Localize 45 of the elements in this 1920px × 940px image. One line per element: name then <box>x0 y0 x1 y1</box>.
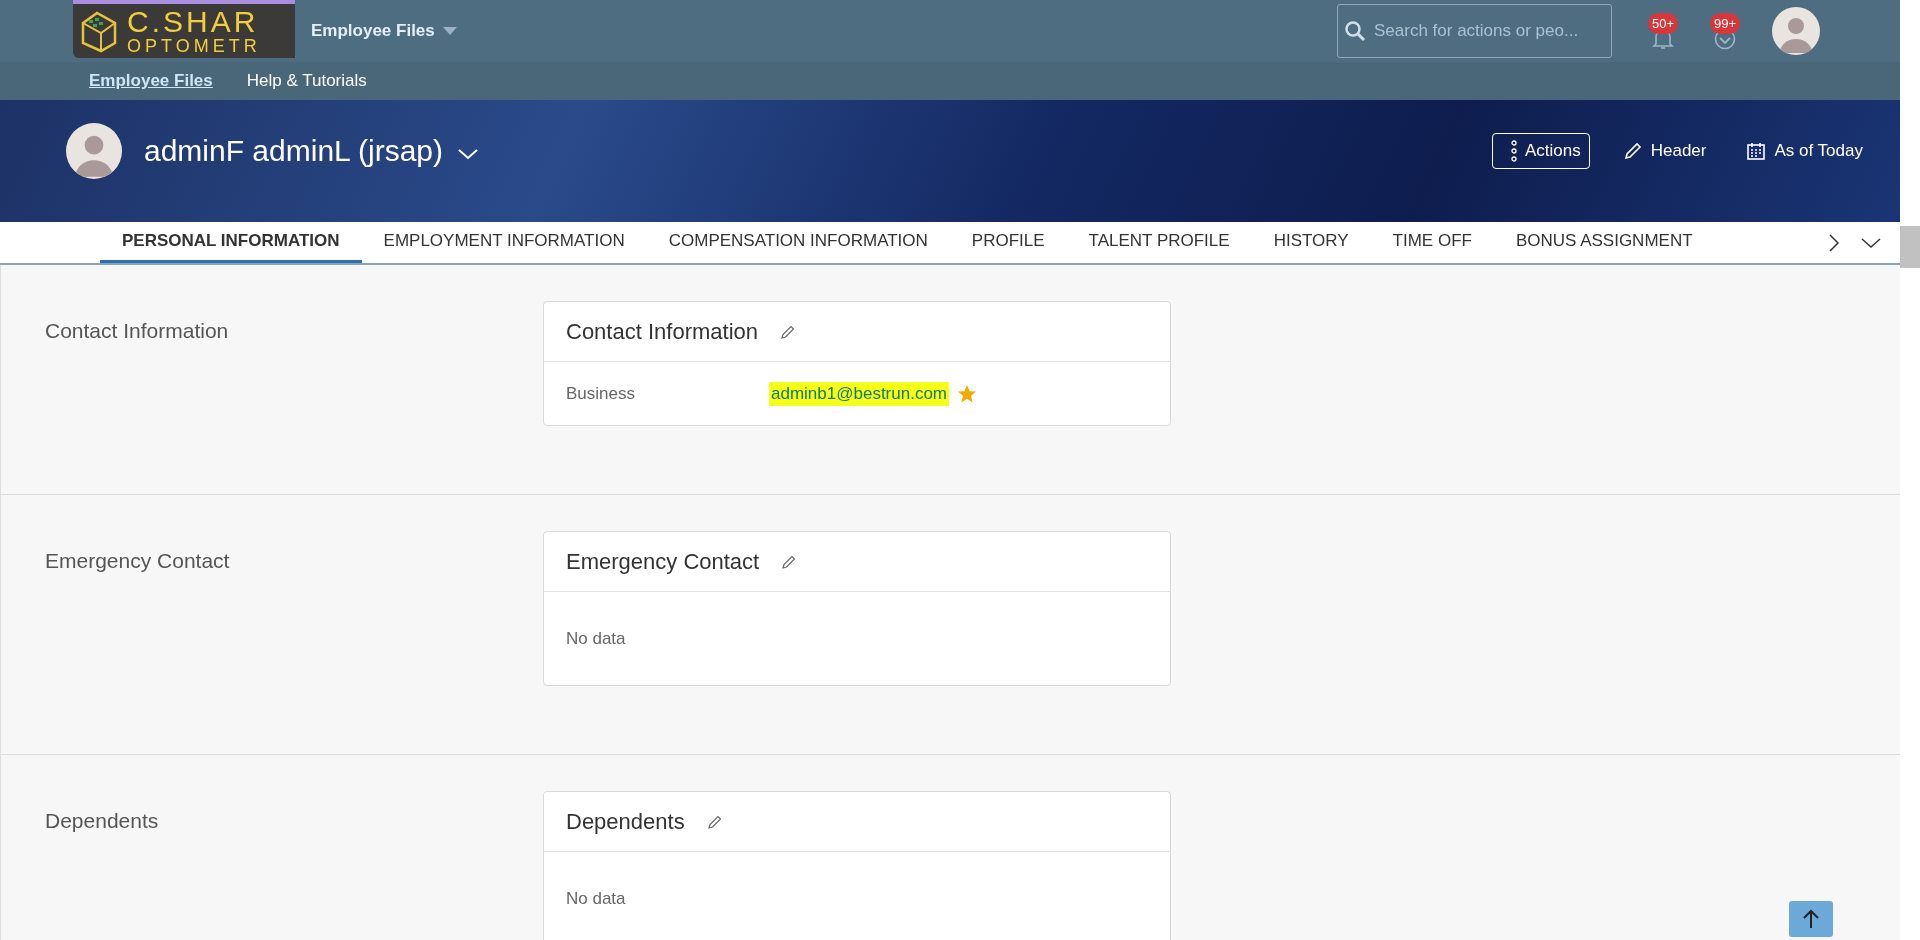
email-link[interactable]: adminb1@bestrun.com <box>769 381 949 406</box>
pencil-icon <box>1622 141 1643 161</box>
calendar-icon <box>1746 141 1767 161</box>
logo-text: C.SHAR <box>127 7 260 37</box>
search-icon <box>1344 20 1366 42</box>
nav-link[interactable]: Employee Files <box>89 71 213 91</box>
card-title: Dependents <box>566 808 685 835</box>
arrow-up-icon <box>1802 908 1820 930</box>
search-field[interactable]: Search for actions or peo... <box>1337 4 1612 58</box>
tab[interactable]: PROFILE <box>949 222 1067 263</box>
pencil-icon[interactable] <box>780 323 796 340</box>
pencil-icon[interactable] <box>781 553 798 570</box>
tab[interactable]: HISTORY <box>1251 222 1371 263</box>
logo-text: OPTOMETR <box>127 37 261 55</box>
company-logo[interactable]: C.SHAR OPTOMETR <box>73 0 295 58</box>
user-avatar[interactable] <box>1772 7 1820 55</box>
date-button[interactable]: As of Today <box>1739 134 1870 168</box>
tab[interactable]: BONUS ASSIGNMENT <box>1493 222 1715 263</box>
tab[interactable]: COMPENSATION INFORMATION <box>646 222 950 263</box>
scroll-to-top-button[interactable] <box>1789 901 1833 937</box>
section-title: Dependents <box>45 808 160 834</box>
empty-message: No data <box>565 627 627 650</box>
count-badge: 50+ <box>1647 13 1679 34</box>
tab[interactable]: EMPLOYMENT INFORMATION <box>361 222 647 263</box>
tab[interactable]: TALENT PROFILE <box>1066 222 1252 263</box>
employee-name-dropdown[interactable]: adminF adminL (jrsap) <box>144 134 479 168</box>
nav-link[interactable]: Help & Tutorials <box>246 71 367 91</box>
edit-header-button[interactable]: Header <box>1615 134 1714 168</box>
employee-avatar <box>66 123 122 179</box>
tab[interactable]: TIME OFF <box>1370 222 1494 263</box>
app-menu-button[interactable]: Employee Files <box>311 21 457 41</box>
notifications-button[interactable]: 50+ <box>1638 11 1688 51</box>
chevron-down-icon <box>457 147 479 161</box>
field-label: Business <box>566 383 636 404</box>
section-title: Emergency Contact <box>45 548 231 574</box>
more-icon <box>1510 140 1517 162</box>
caret-icon <box>442 27 457 35</box>
empty-message: No data <box>565 887 627 910</box>
approvals-button[interactable]: 99+ <box>1700 11 1750 51</box>
card-title: Emergency Contact <box>566 548 760 575</box>
actions-button[interactable]: Actions <box>1491 133 1590 169</box>
section-title: Contact Information <box>45 318 230 344</box>
count-badge: 99+ <box>1709 13 1741 34</box>
card-title: Contact Information <box>566 318 758 345</box>
pencil-icon[interactable] <box>706 813 723 830</box>
